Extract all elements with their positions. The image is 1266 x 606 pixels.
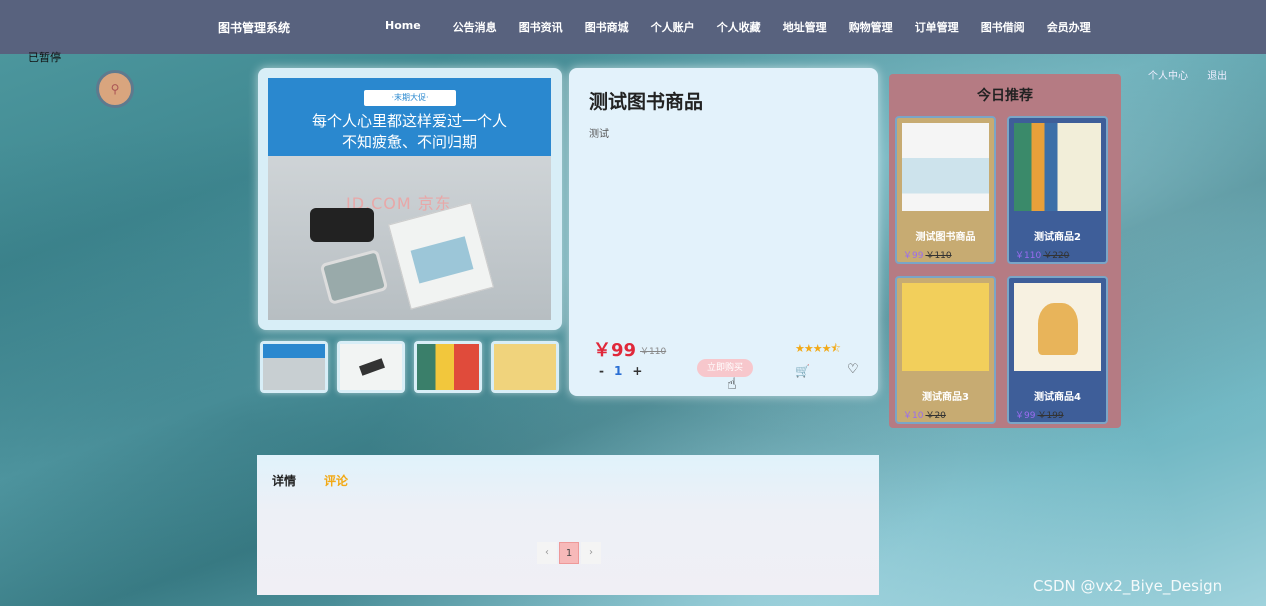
heart-icon[interactable]: ♡ xyxy=(847,362,859,377)
cart-icon[interactable]: 🛒 xyxy=(795,364,810,378)
nav-membership[interactable]: 会员办理 xyxy=(1047,19,1091,35)
thumbnail-1[interactable] xyxy=(260,341,328,393)
image-banner: ·末期大促· 每个人心里都这样爱过一个人 不知疲惫、不问归期 xyxy=(268,78,551,156)
pointer-cursor-icon: ☝ xyxy=(727,374,737,393)
thumbnail-3[interactable] xyxy=(414,341,482,393)
nav-home[interactable]: Home xyxy=(385,19,421,35)
banner-tag: ·末期大促· xyxy=(364,90,456,106)
book-shape xyxy=(388,202,494,310)
recommend-panel: 今日推荐 测试图书商品 ￥99 ￥110 测试商品2 ￥110 ￥220 测试商品3… xyxy=(889,74,1121,428)
recommend-item-name: 测试商品3 xyxy=(922,392,969,403)
tab-comment[interactable]: 评论 xyxy=(324,472,348,489)
paused-label: 已暂停 xyxy=(28,51,61,64)
quantity-stepper: - 1 + xyxy=(599,364,642,378)
recommend-item-name: 测试商品4 xyxy=(1034,392,1081,403)
brand-title: 图书管理系统 xyxy=(218,21,291,35)
csdn-watermark: CSDN @vx2_Biye_Design xyxy=(1033,577,1223,595)
pager-page-1[interactable]: 1 xyxy=(559,542,579,564)
recommend-item-image[interactable] xyxy=(902,283,989,371)
product-main-image: ·末期大促· 每个人心里都这样爱过一个人 不知疲惫、不问归期 JD.COM 京东 xyxy=(268,78,551,320)
pager-next-button[interactable]: › xyxy=(581,542,601,564)
nav-orders[interactable]: 订单管理 xyxy=(915,19,959,35)
banner-line-1: 每个人心里都这样爱过一个人 xyxy=(311,112,507,130)
buy-now-button[interactable]: 立即购买 xyxy=(697,359,753,377)
recommend-item-name: 测试图书商品 xyxy=(915,232,976,243)
recommend-item[interactable]: 测试商品4 ￥99 ￥199 xyxy=(1007,276,1108,424)
camera-shape xyxy=(310,208,374,242)
player-shape xyxy=(319,248,389,306)
nav-address[interactable]: 地址管理 xyxy=(783,19,827,35)
pager-prev-button[interactable]: ‹ xyxy=(537,542,557,564)
nav-favorites[interactable]: 个人收藏 xyxy=(717,19,761,35)
thumbnail-2[interactable] xyxy=(337,341,405,393)
quantity-plus-button[interactable]: + xyxy=(632,364,642,378)
top-navigation-bar: 图书管理系统 Home 公告消息 图书资讯 图书商城 个人账户 个人收藏 地址管… xyxy=(0,0,1266,54)
recommend-item-image[interactable] xyxy=(1014,283,1101,371)
nav-borrowing[interactable]: 图书借阅 xyxy=(981,19,1025,35)
search-icon[interactable]: ⚲ xyxy=(96,70,134,108)
logout-link[interactable]: 退出 xyxy=(1207,71,1227,82)
main-nav: Home 公告消息 图书资讯 图书商城 个人账户 个人收藏 地址管理 购物管理 … xyxy=(385,19,1113,35)
recommend-item[interactable]: 测试图书商品 ￥99 ￥110 xyxy=(895,116,996,264)
recommend-item-price: ￥99 ￥110 xyxy=(903,251,952,261)
recommend-item[interactable]: 测试商品3 ￥10 ￥20 xyxy=(895,276,996,424)
recommend-item[interactable]: 测试商品2 ￥110 ￥220 xyxy=(1007,116,1108,264)
image-photo: JD.COM 京东 xyxy=(268,156,551,320)
thumbnail-strip xyxy=(260,341,559,393)
pagination: ‹ 1 › xyxy=(537,542,601,564)
recommend-item-image[interactable] xyxy=(1014,123,1101,211)
user-center-link[interactable]: 个人中心 xyxy=(1148,71,1188,82)
recommend-item-image[interactable] xyxy=(902,123,989,211)
recommend-title: 今日推荐 xyxy=(977,88,1033,104)
recommend-item-name: 测试商品2 xyxy=(1034,232,1081,243)
recommend-item-price: ￥10 ￥20 xyxy=(903,411,946,421)
tab-detail[interactable]: 详情 xyxy=(272,472,296,489)
nav-shopping[interactable]: 购物管理 xyxy=(849,19,893,35)
user-links: 个人中心 退出 xyxy=(1148,67,1243,82)
rating-stars: ★★★★⯪ xyxy=(795,342,841,355)
detail-comment-panel: 详情 评论 ‹ 1 › xyxy=(257,455,879,595)
quantity-minus-button[interactable]: - xyxy=(599,364,604,378)
recommend-item-price: ￥110 ￥220 xyxy=(1015,251,1070,261)
nav-book-news[interactable]: 图书资讯 xyxy=(519,19,563,35)
product-old-price: ￥110 xyxy=(640,347,667,357)
quantity-value[interactable]: 1 xyxy=(614,364,622,378)
product-price: ￥99 xyxy=(593,340,637,361)
product-title: 测试图书商品 xyxy=(589,91,704,113)
product-description: 测试 xyxy=(589,129,609,140)
nav-announcements[interactable]: 公告消息 xyxy=(453,19,497,35)
thumbnail-4[interactable] xyxy=(491,341,559,393)
nav-personal-account[interactable]: 个人账户 xyxy=(651,19,695,35)
product-detail-card: 测试图书商品 测试 ￥99 ￥110 ★★★★⯪ - 1 + 立即购买 ☝ 🛒 … xyxy=(569,68,878,396)
recommend-item-price: ￥99 ￥199 xyxy=(1015,411,1064,421)
main-image-card: ·末期大促· 每个人心里都这样爱过一个人 不知疲惫、不问归期 JD.COM 京东 xyxy=(258,68,562,330)
banner-line-2: 不知疲惫、不问归期 xyxy=(341,133,477,151)
nav-book-mall[interactable]: 图书商城 xyxy=(585,19,629,35)
